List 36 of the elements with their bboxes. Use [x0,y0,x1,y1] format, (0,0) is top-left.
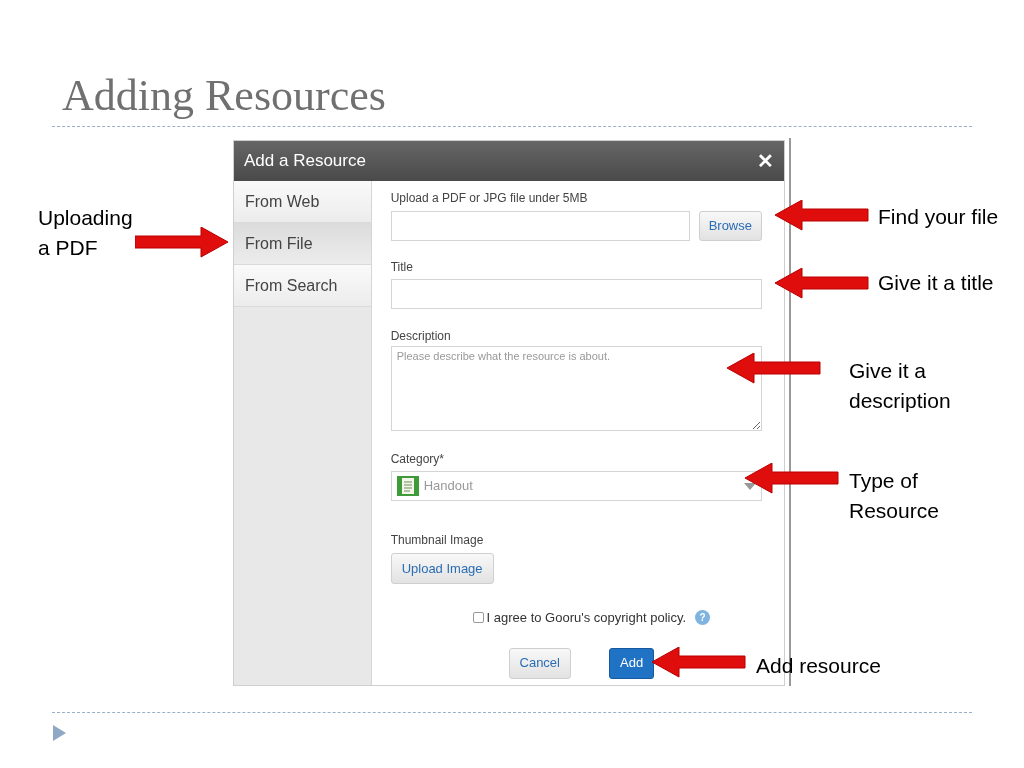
sidebar-tab[interactable]: From Search [234,265,371,307]
arrow-icon [652,647,747,679]
arrow-icon [727,353,822,385]
field-label: Title [390,259,414,276]
callout-text: Give it a title [878,270,995,296]
callout-text: Type of Resource [849,468,940,524]
title-field[interactable] [390,279,762,309]
document-icon [396,476,419,496]
sidebar-tab[interactable]: From File [234,223,371,265]
field-label: Category* [390,451,445,468]
browse-button[interactable]: Browse [698,211,762,241]
field-label: Upload a PDF or JPG file under 5MB [390,190,589,207]
arrow-icon [775,200,870,232]
upload-image-button[interactable]: Upload Image [390,553,494,584]
callout-text: Add resource [756,653,882,679]
category-value: Handout [423,477,474,496]
play-icon [53,725,66,741]
field-label: Description [390,328,452,345]
close-button[interactable]: ✕ [757,146,774,176]
sidebar-tab[interactable]: From Web [234,181,371,223]
cancel-button[interactable]: Cancel [508,647,571,679]
file-field[interactable] [390,211,690,241]
add-button[interactable]: Add [609,647,655,679]
slide-title: Adding Resources [62,70,387,122]
arrow-icon [135,227,230,259]
arrow-icon [775,268,870,300]
agree-label: I agree to Gooru's copyright policy. [486,609,687,627]
description-field[interactable]: Please describe what the resource is about. [390,346,762,431]
arrow-icon [745,463,840,495]
dialog-title: Add a Resource [244,150,366,173]
callout-text: Find your file [878,204,1000,230]
callout-text: Uploading a PDF [38,205,134,261]
callout-text: Give it a description [849,358,952,414]
agree-checkbox[interactable] [472,612,484,624]
dropdown-caret-icon [744,482,756,490]
field-label: Thumbnail Image [390,532,485,549]
